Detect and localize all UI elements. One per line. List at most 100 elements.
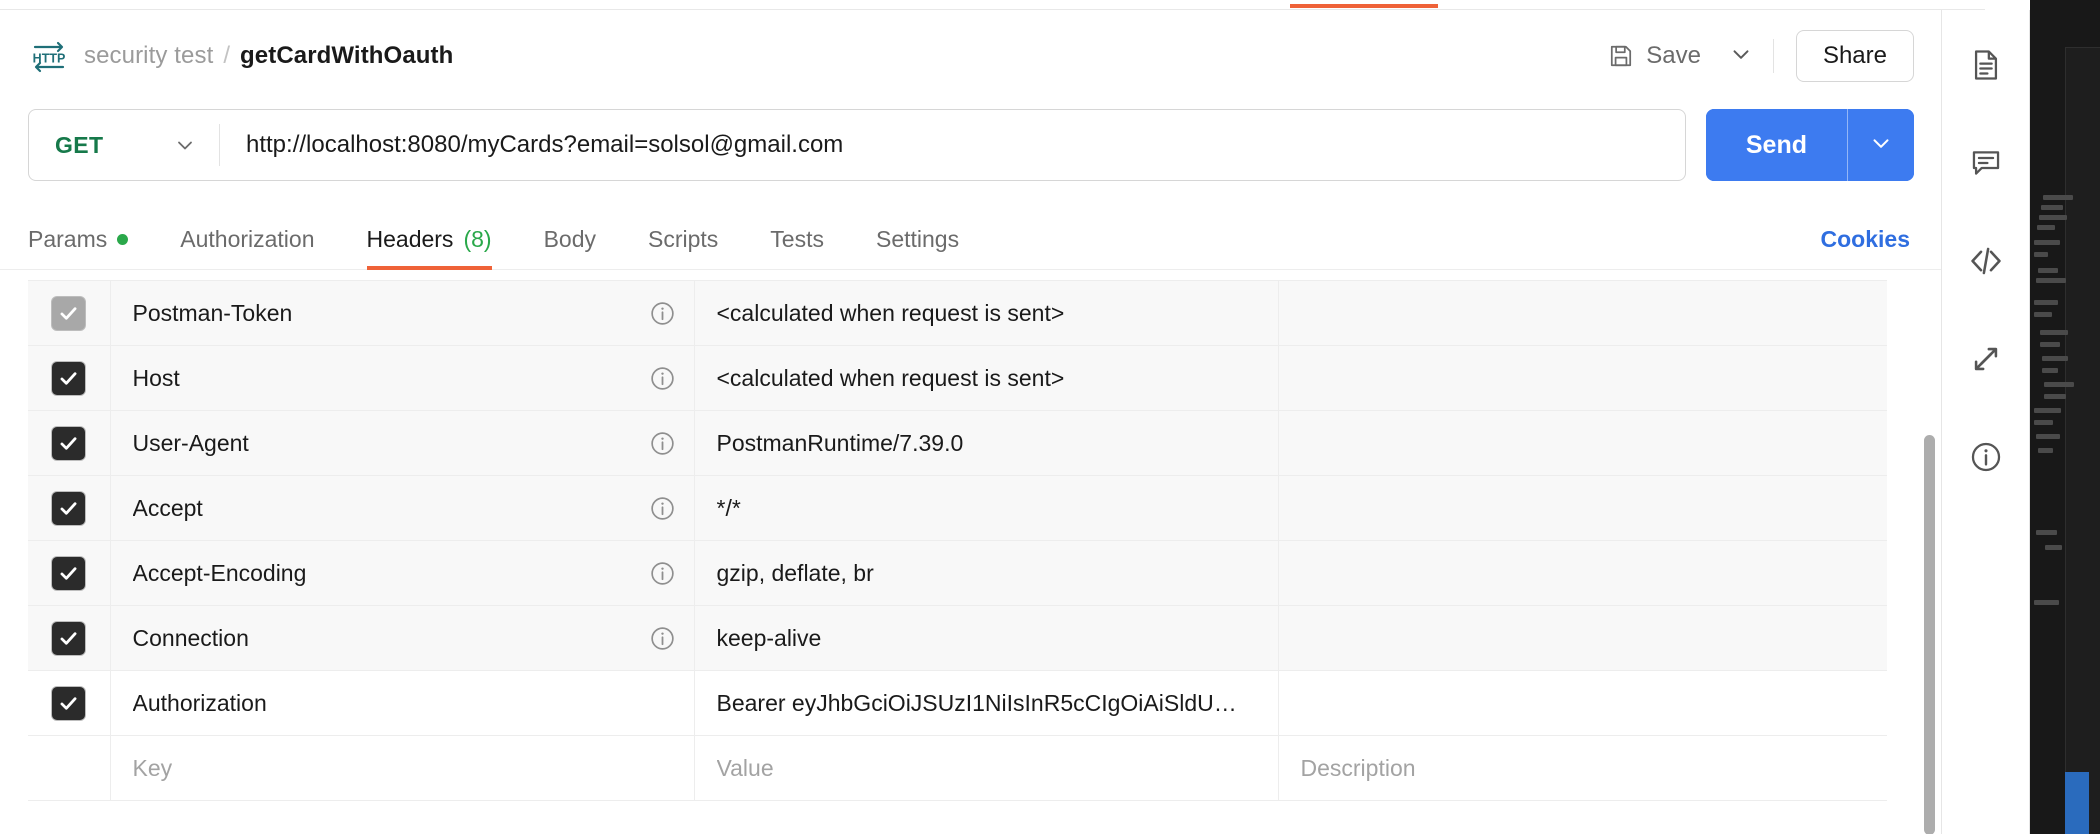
chevron-down-icon — [1868, 130, 1894, 161]
tab-tests[interactable]: Tests — [744, 208, 850, 270]
header-key-cell[interactable]: Host — [109, 345, 695, 411]
sidebar-item-code[interactable] — [1963, 240, 2009, 286]
header-value-cell[interactable]: */* — [693, 475, 1279, 541]
breadcrumb-separator: / — [223, 42, 231, 69]
page-title[interactable]: getCardWithOauth — [240, 42, 453, 70]
header-value-text: Bearer eyJhbGciOiJSUzI1NiIsInR5cCIgOiAiS… — [716, 689, 1237, 716]
code-icon — [1969, 244, 2003, 283]
header-key-cell[interactable]: User-Agent — [109, 410, 695, 476]
tab-settings[interactable]: Settings — [850, 208, 985, 270]
table-row[interactable]: Accept */* — [28, 475, 1887, 541]
headers-vertical-scrollbar[interactable] — [1924, 435, 1935, 834]
row-enabled-checkbox[interactable] — [52, 296, 86, 330]
tab-params[interactable]: Params — [28, 208, 154, 270]
header-description-cell[interactable] — [1277, 345, 1887, 411]
background-code-line — [2038, 448, 2053, 453]
background-code-line — [2039, 215, 2067, 220]
background-code-line — [2038, 268, 2058, 273]
send-options-button[interactable] — [1848, 109, 1914, 181]
row-enabled-checkbox[interactable] — [52, 621, 86, 655]
table-row[interactable]: Postman-Token <calculated when request is… — [28, 280, 1887, 346]
right-sidebar-rail — [1942, 10, 2030, 834]
tab-scripts[interactable]: Scripts — [622, 208, 744, 270]
new-row-description-cell[interactable]: Description — [1277, 735, 1887, 801]
info-circle-icon[interactable] — [649, 300, 676, 327]
table-row[interactable]: User-Agent PostmanRuntime/7.39.0 — [28, 410, 1887, 476]
row-enabled-checkbox[interactable] — [52, 426, 86, 460]
info-circle-icon[interactable] — [649, 430, 676, 457]
background-code-line — [2044, 382, 2074, 387]
table-row[interactable]: Authorization Bearer eyJhbGciOiJSUzI1NiIs… — [28, 670, 1887, 736]
header-key-text: Host — [132, 364, 180, 391]
row-enabled-cell — [28, 605, 111, 671]
header-value-text: <calculated when request is sent> — [716, 364, 1065, 391]
header-key-text: Accept-Encoding — [132, 559, 307, 586]
header-value-text: keep-alive — [716, 624, 822, 651]
method-select[interactable]: GET — [29, 110, 219, 180]
new-row-value-cell[interactable]: Value — [693, 735, 1279, 801]
sidebar-item-info[interactable] — [1963, 436, 2009, 482]
sync-arrows-icon — [1969, 342, 2003, 381]
tab-headers[interactable]: Headers (8) — [341, 208, 518, 270]
background-code-line — [2034, 240, 2060, 245]
tab-scripts-label: Scripts — [648, 225, 719, 252]
share-button[interactable]: Share — [1795, 30, 1914, 82]
tab-authorization[interactable]: Authorization — [154, 208, 340, 270]
postman-window: HTTP security test / getCardWithOauth Sa… — [0, 0, 2100, 834]
row-enabled-checkbox[interactable] — [52, 491, 86, 525]
header-key-cell[interactable]: Connection — [109, 605, 695, 671]
header-key-cell[interactable]: Authorization — [109, 670, 695, 736]
floppy-disk-icon — [1608, 43, 1634, 69]
cookies-link[interactable]: Cookies — [1817, 208, 1914, 270]
http-icon: HTTP — [28, 35, 70, 77]
header-key-cell[interactable]: Accept — [109, 475, 695, 541]
row-enabled-cell — [28, 475, 111, 541]
tab-body-label: Body — [543, 225, 596, 252]
header-value-cell[interactable]: gzip, deflate, br — [693, 540, 1279, 606]
table-row[interactable]: Accept-Encoding gzip, deflate, br — [28, 540, 1887, 606]
header-key-cell[interactable]: Postman-Token — [109, 280, 695, 346]
header-value-cell[interactable]: Bearer eyJhbGciOiJSUzI1NiIsInR5cCIgOiAiS… — [693, 670, 1279, 736]
save-options-button[interactable] — [1715, 34, 1767, 78]
document-icon — [1969, 48, 2003, 87]
comment-icon — [1969, 146, 2003, 185]
send-button[interactable]: Send — [1705, 109, 1847, 181]
info-circle-icon[interactable] — [649, 365, 676, 392]
row-enabled-checkbox[interactable] — [52, 556, 86, 590]
header-key-cell[interactable]: Accept-Encoding — [109, 540, 695, 606]
header-value-cell[interactable]: <calculated when request is sent> — [693, 345, 1279, 411]
info-circle-icon[interactable] — [649, 495, 676, 522]
header-value-text: */* — [716, 494, 741, 521]
info-circle-icon[interactable] — [649, 625, 676, 652]
headers-table: Postman-Token <calculated when request is… — [28, 280, 1887, 801]
tab-tests-label: Tests — [770, 225, 824, 252]
background-editor-panel — [2065, 47, 2100, 834]
table-row[interactable]: Connection keep-alive — [28, 605, 1887, 671]
sidebar-item-documentation[interactable] — [1963, 44, 2009, 90]
sidebar-item-sync[interactable] — [1963, 338, 2009, 384]
new-row-enabled-cell — [28, 735, 111, 801]
background-code-line — [2034, 312, 2052, 317]
info-circle-icon[interactable] — [649, 560, 676, 587]
row-enabled-checkbox[interactable] — [52, 686, 86, 720]
table-row-new[interactable]: Key Value Description — [28, 735, 1887, 801]
table-row[interactable]: Host <calculated when request is sent> — [28, 345, 1887, 411]
save-button[interactable]: Save — [1598, 36, 1711, 76]
sidebar-item-comments[interactable] — [1963, 142, 2009, 188]
row-enabled-checkbox[interactable] — [52, 361, 86, 395]
header-description-cell[interactable] — [1277, 410, 1887, 476]
new-row-key-cell[interactable]: Key — [109, 735, 695, 801]
header-value-cell[interactable]: <calculated when request is sent> — [693, 280, 1279, 346]
header-value-cell[interactable]: PostmanRuntime/7.39.0 — [693, 410, 1279, 476]
url-input[interactable] — [220, 110, 1685, 180]
background-code-line — [2034, 300, 2058, 305]
header-description-cell[interactable] — [1277, 280, 1887, 346]
tab-body[interactable]: Body — [518, 208, 622, 270]
header-description-cell[interactable] — [1277, 670, 1887, 736]
header-description-cell[interactable] — [1277, 475, 1887, 541]
header-key-text: Postman-Token — [132, 299, 293, 326]
header-description-cell[interactable] — [1277, 605, 1887, 671]
header-description-cell[interactable] — [1277, 540, 1887, 606]
header-value-cell[interactable]: keep-alive — [693, 605, 1279, 671]
breadcrumb-collection[interactable]: security test — [84, 42, 213, 70]
